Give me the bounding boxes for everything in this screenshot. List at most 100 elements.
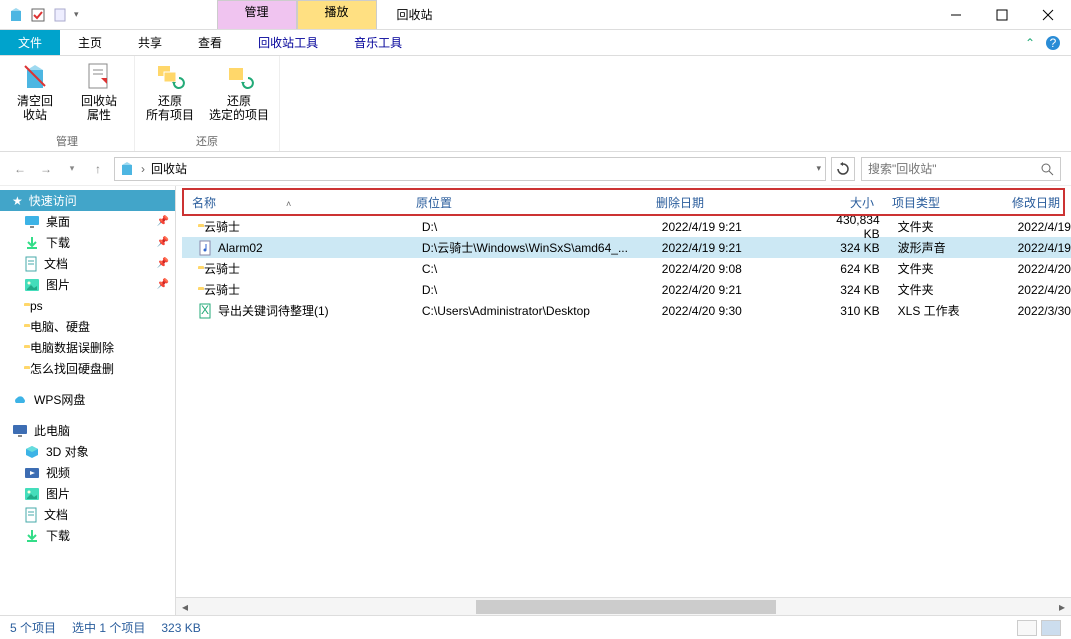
xls-icon: X: [198, 303, 212, 319]
qat-dropdown-icon[interactable]: ▾: [74, 9, 79, 20]
tab-home[interactable]: 主页: [60, 30, 120, 55]
file-deleted-date: 2022/4/19 9:21: [654, 220, 810, 234]
doc-icon: [24, 256, 38, 272]
search-box[interactable]: [861, 157, 1061, 181]
nav-item-label: 下载: [46, 234, 70, 251]
file-modified: 2022/4/19: [1010, 220, 1071, 234]
address-bar[interactable]: › 回收站 ▾: [114, 157, 826, 181]
restore-all-button[interactable]: 还原 所有项目: [145, 60, 195, 131]
up-button[interactable]: ↑: [88, 159, 108, 179]
file-size: 324 KB: [810, 283, 890, 297]
file-location: C:\: [414, 262, 654, 276]
file-modified: 2022/4/20: [1010, 262, 1071, 276]
recycle-bin-icon: [8, 7, 24, 23]
search-input[interactable]: [868, 162, 1040, 176]
file-row[interactable]: 云骑士D:\2022/4/19 9:21430,834 KB文件夹2022/4/…: [182, 216, 1071, 237]
status-bar: 5 个项目 选中 1 个项目 323 KB: [0, 615, 1071, 639]
dropdown-icon[interactable]: ▾: [816, 163, 821, 174]
nav-item[interactable]: 电脑数据误删除: [0, 337, 175, 358]
refresh-button[interactable]: [831, 157, 855, 181]
scroll-right-icon[interactable]: ▸: [1053, 598, 1071, 615]
col-name[interactable]: 名称˄: [184, 194, 408, 211]
tab-file[interactable]: 文件: [0, 30, 60, 55]
recent-locations-button[interactable]: ▾: [62, 159, 82, 179]
nav-item[interactable]: 下载: [0, 525, 175, 546]
blank-doc-icon[interactable]: [52, 7, 68, 23]
tab-view[interactable]: 查看: [180, 30, 240, 55]
video-icon: [24, 466, 40, 480]
file-row[interactable]: 云骑士C:\2022/4/20 9:08624 KB文件夹2022/4/20: [182, 258, 1071, 279]
file-type: XLS 工作表: [890, 302, 1010, 319]
back-button[interactable]: ←: [10, 159, 30, 179]
minimize-button[interactable]: [933, 0, 979, 29]
nav-item[interactable]: 桌面📌: [0, 211, 175, 232]
scroll-left-icon[interactable]: ◂: [176, 598, 194, 615]
file-name: 云骑士: [204, 260, 240, 277]
file-rows[interactable]: 云骑士D:\2022/4/19 9:21430,834 KB文件夹2022/4/…: [176, 216, 1071, 597]
close-button[interactable]: [1025, 0, 1071, 29]
file-row[interactable]: X导出关键词待整理(1)C:\Users\Administrator\Deskt…: [182, 300, 1071, 321]
maximize-button[interactable]: [979, 0, 1025, 29]
sort-indicator-icon: ˄: [286, 199, 291, 209]
search-icon[interactable]: [1040, 162, 1054, 176]
col-deleted[interactable]: 删除日期: [648, 194, 804, 211]
file-row[interactable]: 云骑士D:\2022/4/20 9:21324 KB文件夹2022/4/20: [182, 279, 1071, 300]
tab-recycle-tools[interactable]: 回收站工具: [240, 30, 336, 55]
file-modified: 2022/3/30: [1010, 304, 1071, 318]
nav-item-label: 电脑、硬盘: [30, 318, 90, 335]
status-size: 323 KB: [161, 621, 200, 635]
tab-music-tools[interactable]: 音乐工具: [336, 30, 420, 55]
download-icon: [24, 528, 40, 544]
file-modified: 2022/4/19: [1010, 241, 1071, 255]
view-details-button[interactable]: [1017, 620, 1037, 636]
nav-item[interactable]: 电脑、硬盘: [0, 316, 175, 337]
wps-drive[interactable]: WPS网盘: [0, 389, 175, 410]
navigation-pane[interactable]: ★ 快速访问 桌面📌 下载 📌 文档📌图片📌 ps 电脑、硬盘电脑数据误删除怎么找回硬盘删…: [0, 186, 176, 615]
file-row[interactable]: Alarm02D:\云骑士\Windows\WinSxS\amd64_...20…: [182, 237, 1071, 258]
col-type[interactable]: 项目类型: [884, 194, 1004, 211]
nav-item[interactable]: 下载 📌: [0, 232, 175, 253]
col-size[interactable]: 大小: [804, 194, 884, 211]
chevron-right-icon[interactable]: ›: [141, 162, 145, 176]
nav-item[interactable]: 图片: [0, 483, 175, 504]
svg-text:X: X: [201, 303, 209, 317]
nav-item[interactable]: 文档📌: [0, 253, 175, 274]
pin-icon: 📌: [157, 237, 169, 248]
ribbon-group-label: 还原: [196, 131, 218, 149]
checkbox-icon[interactable]: [30, 7, 46, 23]
col-modified[interactable]: 修改日期: [1004, 194, 1063, 211]
help-icon[interactable]: ?: [1045, 35, 1061, 51]
nav-item[interactable]: 图片📌: [0, 274, 175, 295]
restore-selected-button[interactable]: 还原 选定的项目: [209, 60, 269, 131]
view-icons-button[interactable]: [1041, 620, 1061, 636]
nav-item-label: 电脑数据误删除: [30, 339, 114, 356]
scrollbar-thumb[interactable]: [476, 600, 776, 614]
breadcrumb[interactable]: 回收站: [151, 160, 187, 177]
contextual-tab-play[interactable]: 播放: [297, 0, 377, 29]
nav-item-label: 图片: [46, 276, 70, 293]
nav-item[interactable]: 文档: [0, 504, 175, 525]
desktop-icon: [24, 215, 40, 229]
collapse-ribbon-icon[interactable]: ⌃: [1025, 36, 1035, 50]
nav-item[interactable]: 3D 对象: [0, 441, 175, 462]
tab-share[interactable]: 共享: [120, 30, 180, 55]
horizontal-scrollbar[interactable]: ◂ ▸: [176, 597, 1071, 615]
col-location[interactable]: 原位置: [408, 194, 648, 211]
ribbon-tabs: 文件 主页 共享 查看 回收站工具 音乐工具 ⌃ ?: [0, 30, 1071, 56]
empty-recycle-button[interactable]: 清空回 收站: [10, 60, 60, 131]
file-deleted-date: 2022/4/20 9:08: [654, 262, 810, 276]
nav-item[interactable]: ps: [0, 295, 175, 316]
file-modified: 2022/4/20: [1010, 283, 1071, 297]
file-size: 624 KB: [810, 262, 890, 276]
restore-selected-icon: [223, 60, 255, 92]
properties-icon: [83, 60, 115, 92]
forward-button[interactable]: →: [36, 159, 56, 179]
this-pc[interactable]: 此电脑: [0, 420, 175, 441]
nav-item[interactable]: 怎么找回硬盘删: [0, 358, 175, 379]
column-headers[interactable]: 名称˄ 原位置 删除日期 大小 项目类型 修改日期: [182, 188, 1065, 216]
quick-access-header[interactable]: ★ 快速访问: [0, 190, 175, 211]
nav-item-label: ps: [30, 299, 43, 313]
recycle-properties-button[interactable]: 回收站 属性: [74, 60, 124, 131]
contextual-tab-manage[interactable]: 管理: [217, 0, 297, 29]
nav-item[interactable]: 视频: [0, 462, 175, 483]
